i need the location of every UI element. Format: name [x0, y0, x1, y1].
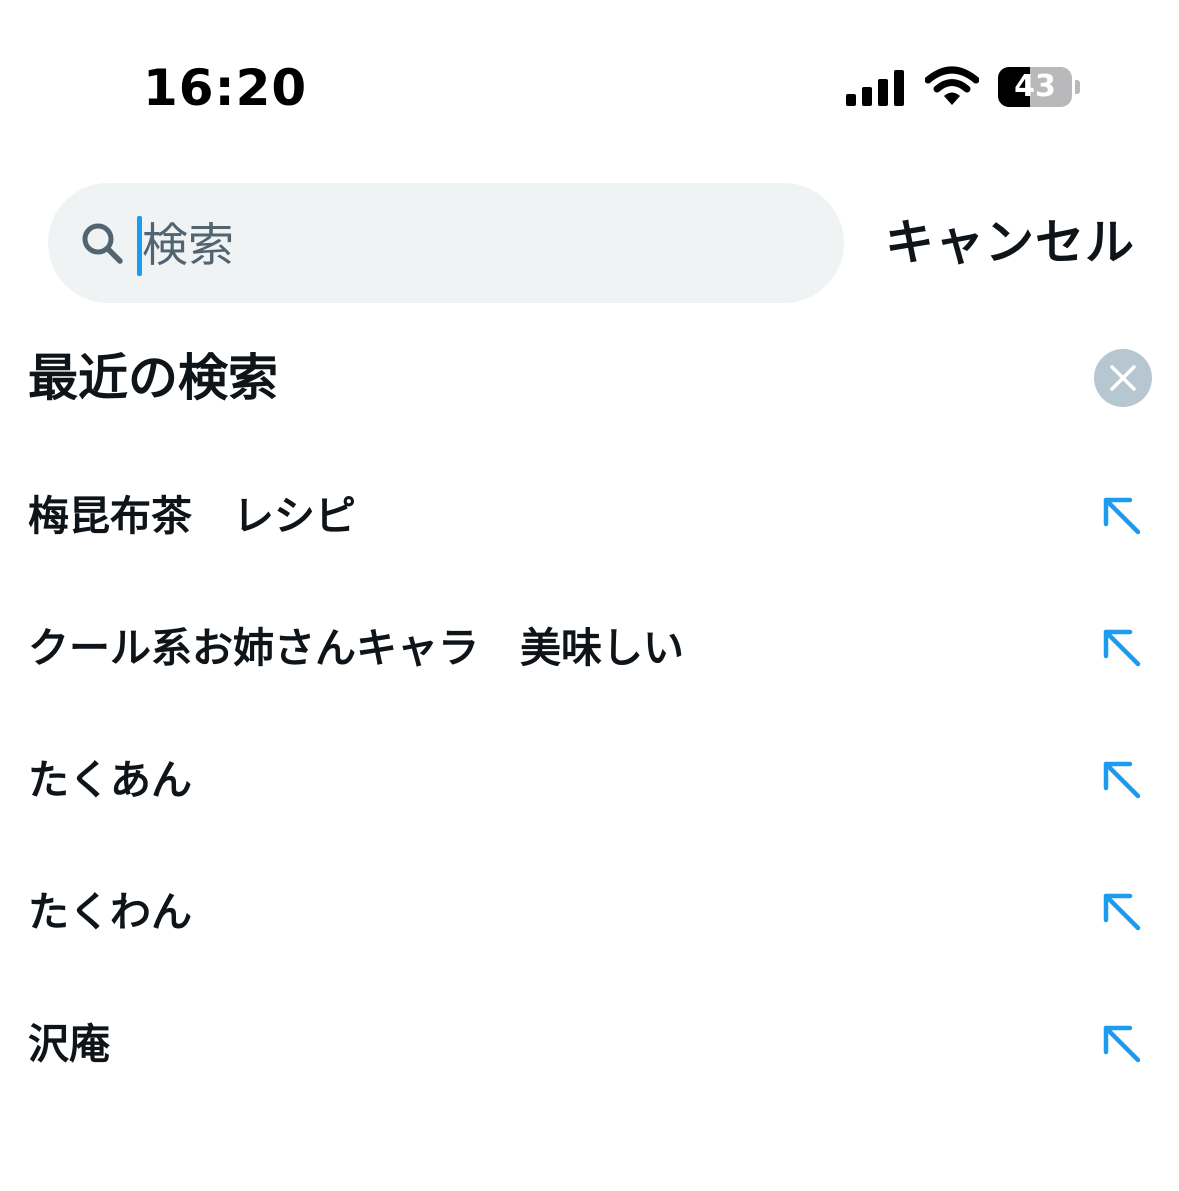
- recent-search-item[interactable]: たくわん: [0, 846, 1179, 978]
- arrow-up-left-icon[interactable]: [1100, 1022, 1144, 1066]
- arrow-up-left-icon[interactable]: [1100, 890, 1144, 934]
- recent-search-item[interactable]: クール系お姉さんキャラ 美味しい: [0, 582, 1179, 714]
- recent-search-label: 梅昆布茶 レシピ: [28, 492, 356, 540]
- recent-search-label: たくあん: [28, 756, 192, 804]
- arrow-up-left-icon[interactable]: [1100, 758, 1144, 802]
- battery-cap: [1075, 80, 1080, 94]
- recent-search-label: クール系お姉さんキャラ 美味しい: [28, 624, 684, 672]
- status-time: 16:20: [143, 59, 308, 117]
- cancel-button[interactable]: キャンセル: [880, 210, 1140, 276]
- recent-search-label: たくわん: [28, 888, 192, 936]
- clear-recent-button[interactable]: [1094, 349, 1152, 407]
- battery-level: 43: [1014, 69, 1056, 104]
- signal-icon: [846, 70, 904, 106]
- recent-search-item[interactable]: たくあん: [0, 714, 1179, 846]
- recent-search-label: 沢庵: [28, 1020, 110, 1068]
- arrow-up-left-icon[interactable]: [1100, 494, 1144, 538]
- recent-search-item[interactable]: 沢庵: [0, 978, 1179, 1110]
- close-icon: [1110, 365, 1136, 391]
- search-screen: 16:20 43 キャンセル 最近の検索 梅昆布茶 レシピ: [0, 0, 1179, 1191]
- recent-searches-title: 最近の検索: [28, 349, 278, 407]
- arrow-up-left-icon[interactable]: [1100, 626, 1144, 670]
- search-input[interactable]: [142, 205, 822, 285]
- battery-icon: 43: [998, 67, 1082, 107]
- wifi-icon: [925, 66, 979, 105]
- search-icon: [82, 223, 123, 264]
- recent-search-item[interactable]: 梅昆布茶 レシピ: [0, 450, 1179, 582]
- battery-body: 43: [998, 67, 1072, 107]
